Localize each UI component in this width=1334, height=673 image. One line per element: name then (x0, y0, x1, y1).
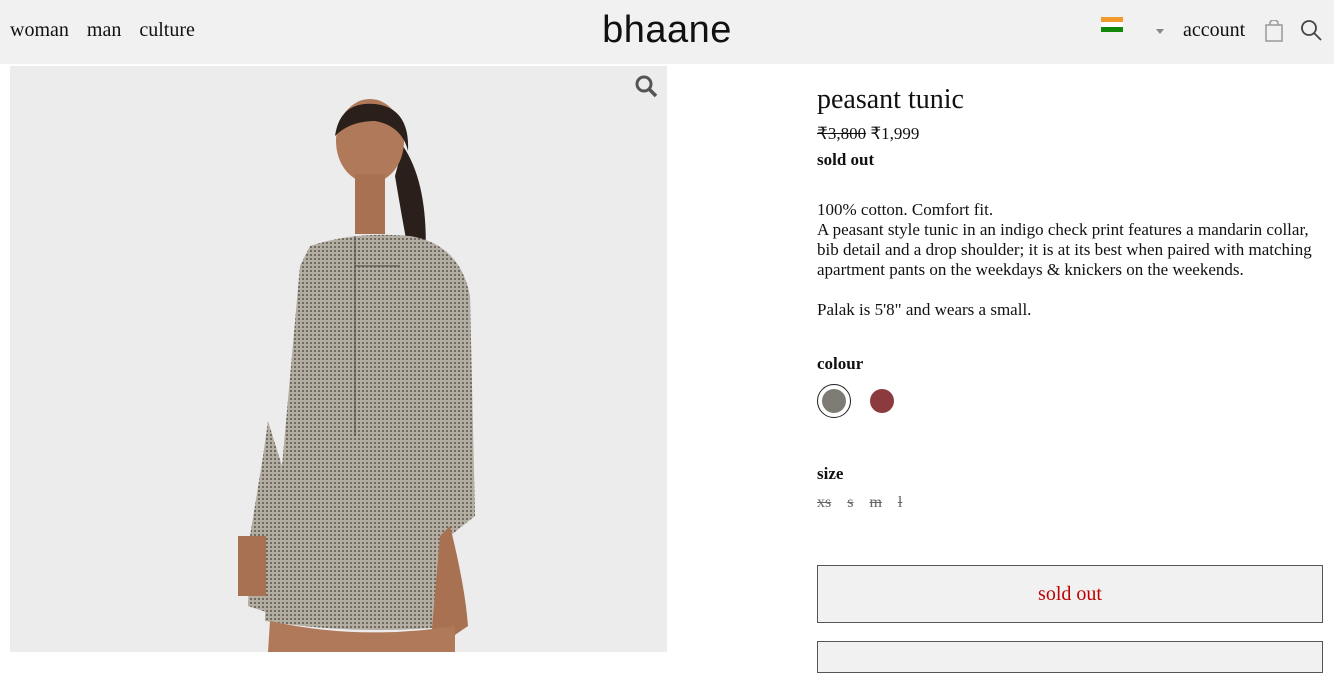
size-s[interactable]: s (847, 494, 853, 512)
size-l[interactable]: l (898, 494, 902, 512)
product-title: peasant tunic (817, 84, 964, 115)
zoom-icon[interactable] (635, 75, 659, 99)
colour-swatch-grey[interactable] (817, 384, 851, 418)
size-m[interactable]: m (869, 494, 881, 512)
search-icon[interactable] (1300, 19, 1322, 41)
model-photo (10, 66, 667, 652)
product-image[interactable] (10, 66, 667, 652)
description-line-1: 100% cotton. Comfort fit. (817, 200, 994, 219)
description-line-2: A peasant style tunic in an indigo check… (817, 220, 1312, 279)
product-description: 100% cotton. Comfort fit. A peasant styl… (817, 200, 1325, 280)
colour-swatches (817, 384, 1325, 418)
india-flag-icon[interactable] (1101, 17, 1123, 32)
shopping-bag-icon[interactable] (1265, 20, 1283, 42)
chevron-down-icon[interactable] (1156, 29, 1164, 34)
model-note: Palak is 5'8" and wears a small. (817, 300, 1032, 319)
account-link[interactable]: account (1183, 19, 1245, 42)
sold-out-button[interactable]: sold out (817, 565, 1323, 623)
colour-swatch-maroon[interactable] (865, 384, 899, 418)
size-label: size (817, 464, 844, 483)
site-header: woman man culture bhaane account (0, 0, 1334, 64)
secondary-button[interactable] (817, 641, 1323, 673)
size-xs[interactable]: xs (817, 494, 831, 512)
original-price: ₹3,800 (817, 124, 867, 143)
sale-price: ₹1,999 (870, 124, 920, 143)
product-info: peasant tunic ₹3,800 ₹1,999 sold out 100… (817, 84, 1325, 512)
colour-label: colour (817, 354, 864, 373)
stock-status: sold out (817, 150, 875, 169)
brand-logo[interactable]: bhaane (0, 9, 1334, 52)
price-row: ₹3,800 ₹1,999 (817, 124, 1325, 144)
size-options: xs s m l (817, 494, 1325, 512)
